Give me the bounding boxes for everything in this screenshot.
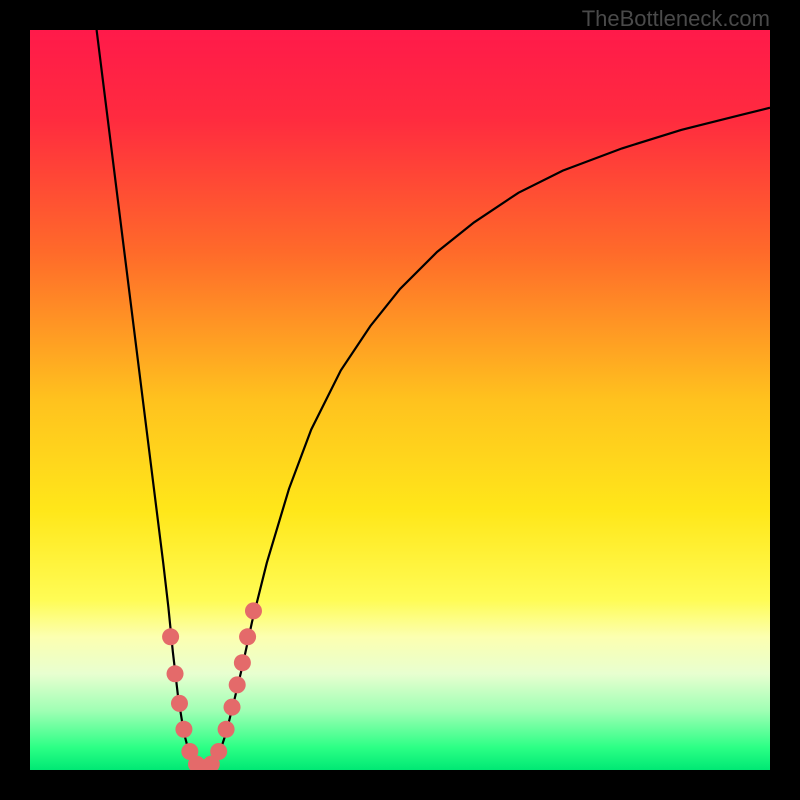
data-marker	[229, 676, 246, 693]
data-marker	[171, 695, 188, 712]
data-marker	[239, 628, 256, 645]
data-marker	[162, 628, 179, 645]
curve-svg	[30, 30, 770, 770]
plot-area	[30, 30, 770, 770]
data-marker	[218, 721, 235, 738]
data-marker	[175, 721, 192, 738]
data-marker	[167, 665, 184, 682]
bottleneck-curve	[97, 30, 770, 770]
data-marker	[224, 699, 241, 716]
watermark-text: TheBottleneck.com	[582, 6, 770, 32]
data-marker	[245, 602, 262, 619]
data-marker	[234, 654, 251, 671]
data-marker	[210, 743, 227, 760]
chart-frame: TheBottleneck.com	[0, 0, 800, 800]
